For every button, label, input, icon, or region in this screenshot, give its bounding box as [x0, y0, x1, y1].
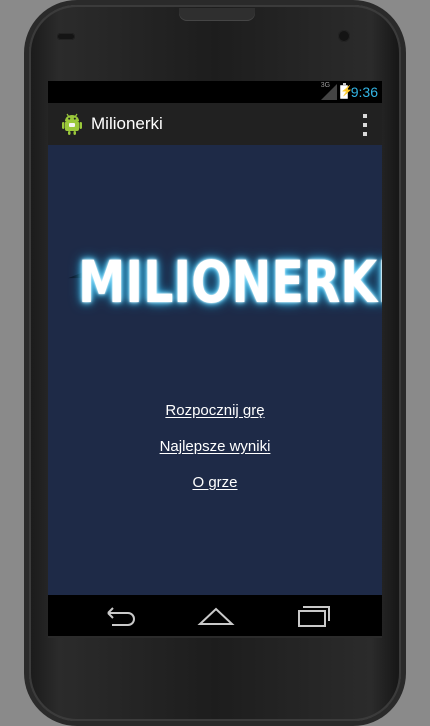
main-content: MILIONERKI Rozpocznij grę Najlepsze wyni… [48, 145, 382, 595]
navbar-bottom-line [48, 636, 382, 638]
back-icon[interactable] [98, 604, 138, 630]
high-scores-link[interactable]: Najlepsze wyniki [48, 438, 382, 455]
status-indicators: 3G ⚡ 9:36 [320, 82, 378, 101]
android-icon[interactable] [60, 112, 84, 136]
action-bar: Milionerki [48, 103, 382, 145]
device-screen: 3G ⚡ 9:36 Milionerki MILIONERKI Rozpoczn… [48, 81, 382, 638]
status-time: 9:36 [350, 84, 378, 100]
navigation-bar [48, 595, 382, 638]
home-icon[interactable] [196, 604, 236, 630]
overflow-dot [363, 132, 367, 136]
network-type-label: 3G [320, 82, 331, 89]
game-logo: MILIONERKI [78, 248, 382, 316]
signal-icon: 3G [320, 82, 337, 100]
start-game-link[interactable]: Rozpocznij grę [48, 402, 382, 419]
logo-container: MILIONERKI [48, 245, 382, 325]
phone-top-grill [179, 8, 255, 21]
overflow-dot [363, 114, 367, 118]
overflow-dot [363, 123, 367, 127]
charging-bolt-icon: ⚡ [340, 86, 354, 97]
battery-icon: ⚡ [339, 83, 354, 99]
app-title: Milionerki [91, 114, 163, 133]
speaker-sensor [57, 33, 75, 40]
recent-apps-icon[interactable] [292, 604, 332, 630]
overflow-menu-icon[interactable] [362, 114, 368, 136]
front-camera [338, 30, 350, 42]
about-game-link[interactable]: O grze [48, 474, 382, 491]
emulator-frame: 3G ⚡ 9:36 Milionerki MILIONERKI Rozpoczn… [0, 0, 430, 726]
status-bar: 3G ⚡ 9:36 [48, 81, 382, 103]
